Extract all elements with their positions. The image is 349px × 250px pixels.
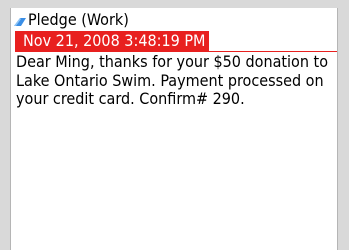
message-timestamp[interactable]: Nov 21, 2008 3:48:19 PM	[15, 31, 210, 51]
message-icon	[13, 13, 27, 26]
message-view: Pledge (Work) Nov 21, 2008 3:48:19 PM De…	[10, 8, 338, 250]
message-subject: Pledge (Work)	[28, 9, 129, 29]
message-header: Pledge (Work)	[13, 9, 129, 29]
message-body: Dear Ming, thanks for your $50 donation …	[16, 52, 328, 108]
